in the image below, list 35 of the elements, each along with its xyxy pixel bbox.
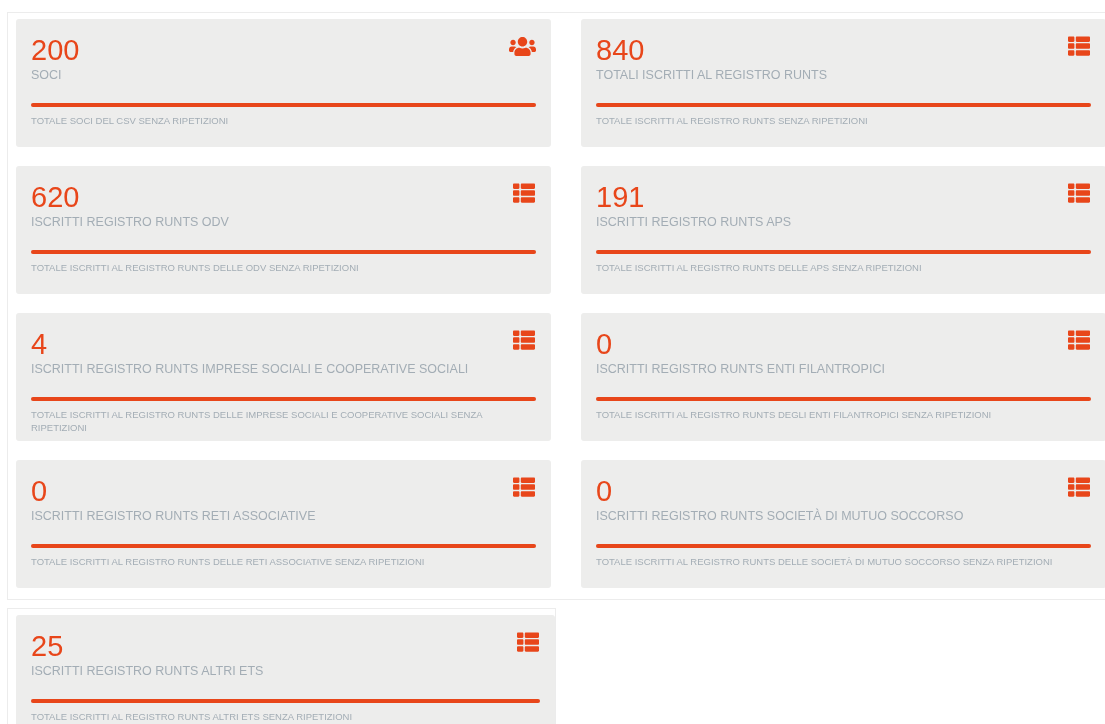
stat-label: ISCRITTI REGISTRO RUNTS APS (596, 214, 793, 230)
stat-label: ISCRITTI REGISTRO RUNTS IMPRESE SOCIALI E COOPERATIVE SOCIALI (31, 361, 470, 377)
list-icon (1067, 476, 1091, 498)
stat-value: 0 (31, 474, 48, 508)
list-icon (512, 476, 536, 498)
stat-description: TOTALE ISCRITTI AL REGISTRO RUNTS SENZA RIPETIZIONI (596, 114, 869, 127)
stat-description: TOTALE ISCRITTI AL REGISTRO RUNTS DELLE SOCIETÀ DI MUTUO SOCCORSO SENZA RIPETIZIONI (596, 555, 1054, 568)
stat-description: TOTALE ISCRITTI AL REGISTRO RUNTS DELLE IMPRESE SOCIALI E COOPERATIVE SOCIALI SENZA RIPETIZIONI (31, 408, 484, 434)
stat-value: 191 (596, 180, 645, 214)
stat-description: TOTALE ISCRITTI AL REGISTRO RUNTS DELLE RETI ASSOCIATIVE SENZA RIPETIZIONI (31, 555, 426, 568)
stat-value: 0 (596, 327, 613, 361)
stat-label: ISCRITTI REGISTRO RUNTS ODV (31, 214, 230, 230)
list-icon (512, 329, 536, 351)
stat-value: 840 (596, 33, 645, 67)
list-icon (516, 631, 540, 653)
stat-value: 200 (31, 33, 80, 67)
stat-label: ISCRITTI REGISTRO RUNTS SOCIETÀ DI MUTUO SOCCORSO (596, 508, 965, 524)
stat-description: TOTALE ISCRITTI AL REGISTRO RUNTS ALTRI ETS SENZA RIPETIZIONI (31, 710, 354, 723)
stat-value: 0 (596, 474, 613, 508)
list-icon (1067, 182, 1091, 204)
stat-description: TOTALE ISCRITTI AL REGISTRO RUNTS DELLE APS SENZA RIPETIZIONI (596, 261, 923, 274)
stat-label: ISCRITTI REGISTRO RUNTS RETI ASSOCIATIVE (31, 508, 317, 524)
list-icon (1067, 329, 1091, 351)
stat-description: TOTALE SOCI DEL CSV SENZA RIPETIZIONI (31, 114, 230, 127)
stat-label: SOCI (31, 67, 63, 83)
stat-value: 4 (31, 327, 48, 361)
list-icon (512, 182, 536, 204)
stat-value: 25 (31, 629, 64, 663)
list-icon (1067, 35, 1091, 57)
stat-description: TOTALE ISCRITTI AL REGISTRO RUNTS DELLE ODV SENZA RIPETIZIONI (31, 261, 360, 274)
stat-label: TOTALI ISCRITTI AL REGISTRO RUNTS (596, 67, 829, 83)
stat-value: 620 (31, 180, 80, 214)
stat-label: ISCRITTI REGISTRO RUNTS ALTRI ETS (31, 663, 265, 679)
stat-description: TOTALE ISCRITTI AL REGISTRO RUNTS DEGLI ENTI FILANTROPICI SENZA RIPETIZIONI (596, 408, 993, 421)
stat-label: ISCRITTI REGISTRO RUNTS ENTI FILANTROPICI (596, 361, 886, 377)
